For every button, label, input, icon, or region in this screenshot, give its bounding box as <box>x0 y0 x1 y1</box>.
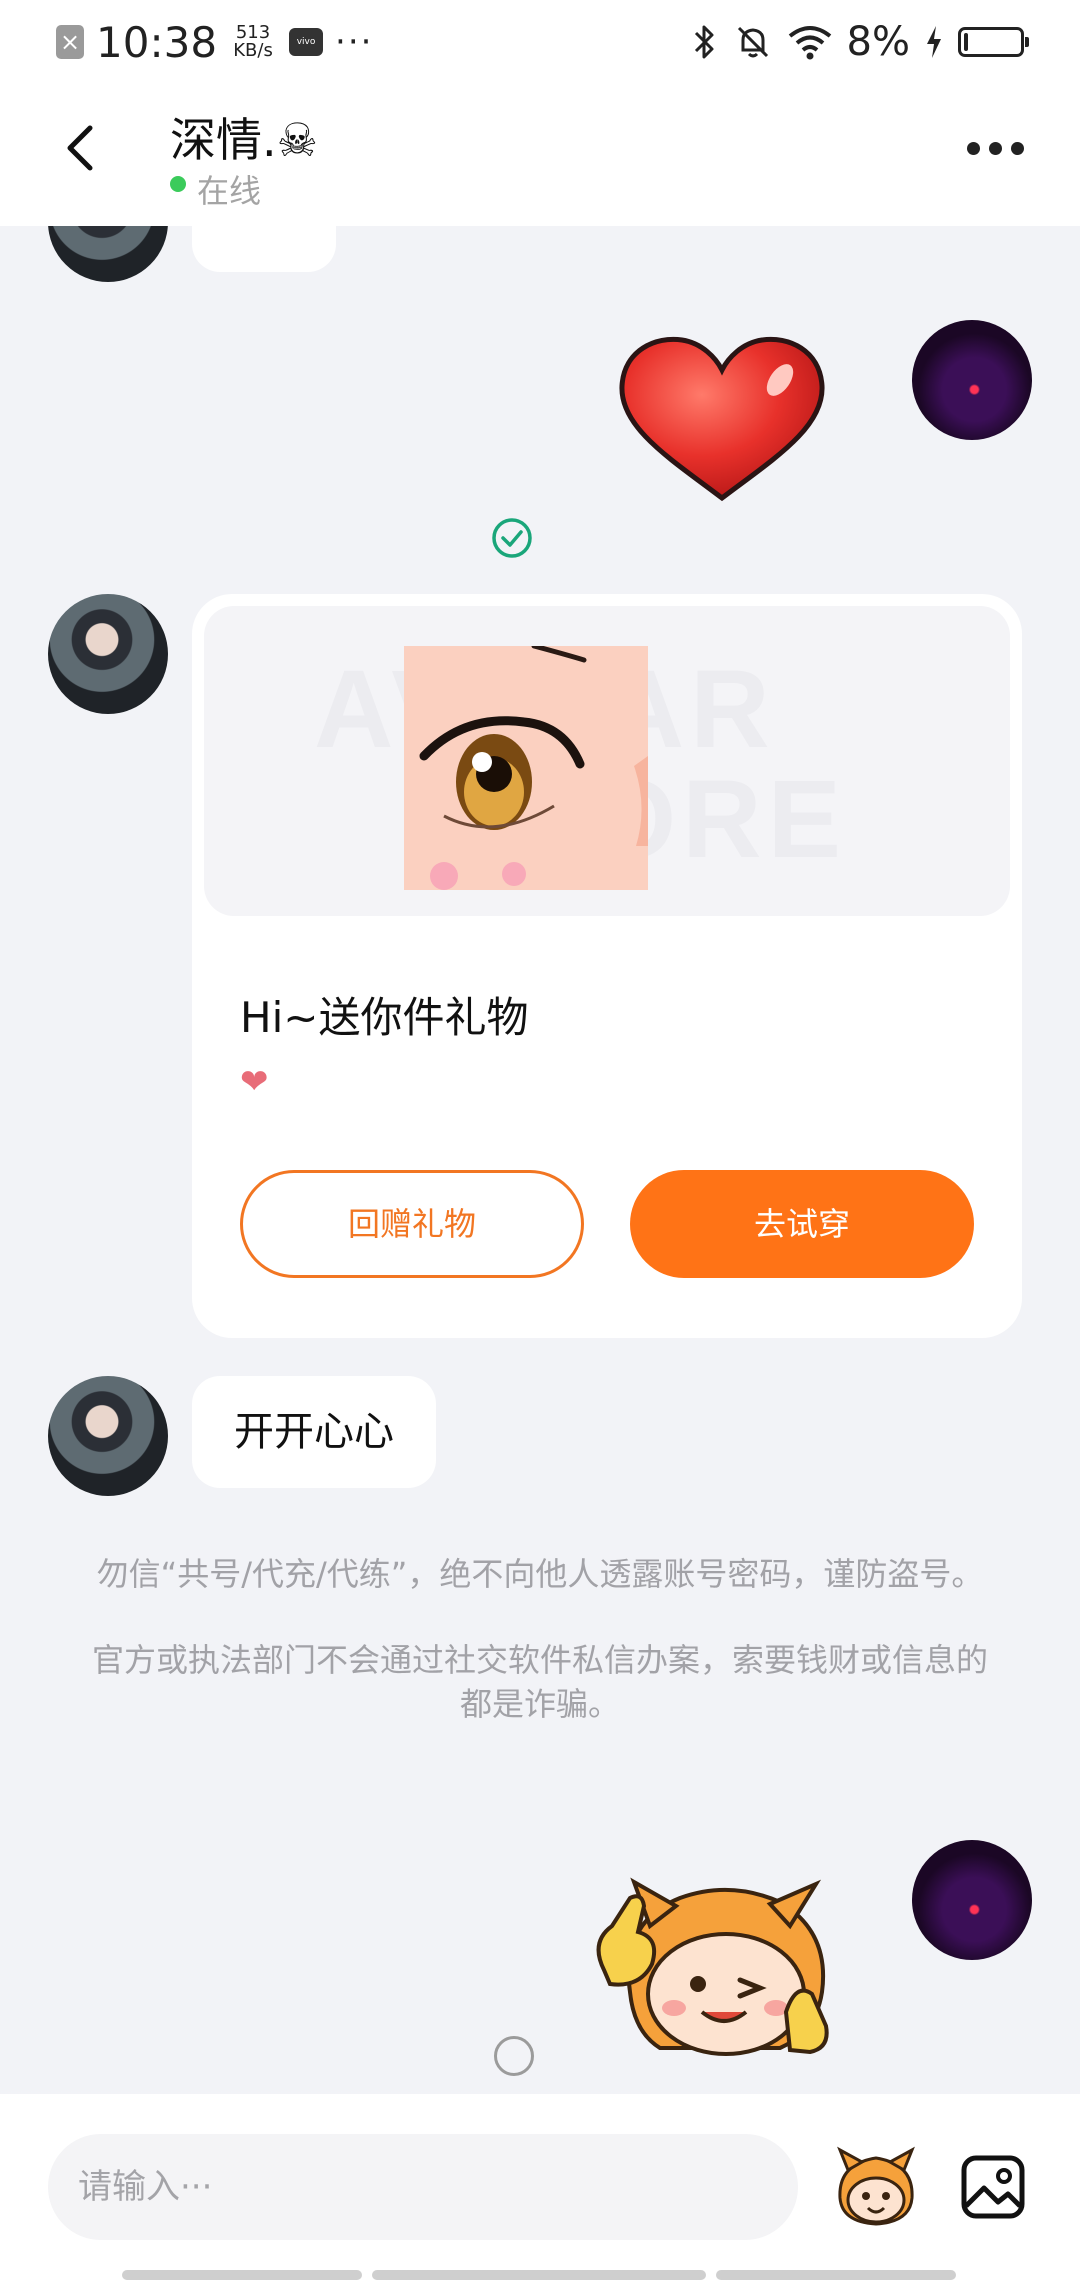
more-notifications-icon: ··· <box>335 22 374 62</box>
notice-line: 勿信“共号/代充/代练”，绝不向他人透露账号密码，谨防盗号。 <box>96 1555 984 1593</box>
heart-sticker-icon[interactable] <box>612 330 832 510</box>
battery-level <box>964 33 968 51</box>
nav-gesture-bar <box>716 2270 956 2280</box>
status-bar: × 10:38 513 KB/s vivo ··· 8% <box>0 0 1080 84</box>
nav-gesture-bar <box>122 2270 362 2280</box>
online-status-text: 在线 <box>197 172 262 210</box>
my-avatar[interactable] <box>912 320 1032 440</box>
try-on-button[interactable]: 去试穿 <box>630 1170 974 1278</box>
bluetooth-icon <box>694 25 714 59</box>
clock: 10:38 <box>96 17 218 67</box>
loading-indicator <box>494 2036 534 2076</box>
nav-gesture-bar <box>372 2270 706 2280</box>
charging-icon <box>927 26 941 58</box>
battery-icon <box>958 27 1029 57</box>
gift-eye-image[interactable] <box>404 646 648 890</box>
contact-avatar[interactable] <box>48 226 168 282</box>
notification-close-icon: × <box>56 25 84 59</box>
gift-preview[interactable]: AVATAR STORE <box>204 606 1010 916</box>
my-avatar[interactable] <box>912 1840 1032 1960</box>
security-notice: 勿信“共号/代充/代练”，绝不向他人透露账号密码，谨防盗号。 官方或执法部门不会… <box>86 1552 994 1726</box>
back-arrow-icon[interactable] <box>52 118 112 178</box>
contact-name[interactable]: 深情.☠ <box>170 104 318 170</box>
contact-avatar[interactable] <box>48 594 168 714</box>
message-input[interactable] <box>48 2134 798 2240</box>
image-gallery-icon[interactable] <box>958 2152 1028 2222</box>
return-gift-button[interactable]: 回赠礼物 <box>240 1170 584 1278</box>
message-bubble-sticker[interactable] <box>192 226 336 272</box>
heart-emoji: ❤ <box>240 1062 269 1102</box>
vivo-app-icon: vivo <box>289 28 324 56</box>
input-bar <box>0 2094 1080 2280</box>
network-speed: 513 KB/s <box>233 22 273 61</box>
battery-percent: 8% <box>846 19 910 65</box>
message-read-check-icon <box>492 518 532 558</box>
online-status-dot <box>170 176 186 192</box>
notice-line: 官方或执法部门不会通过社交软件私信办案，索要钱财或信息的都是诈骗。 <box>91 1641 988 1723</box>
gift-title: Hi~送你件礼物 <box>240 993 529 1042</box>
status-bar-right: 8% <box>689 19 1029 65</box>
chat-messages[interactable]: AVATAR STORE Hi~送你件礼物 ❤ 回赠礼物 去试穿 开开心心 <box>0 226 1080 2094</box>
bell-muted-icon <box>737 26 768 58</box>
more-options-icon[interactable] <box>967 142 1024 155</box>
gift-card[interactable]: AVATAR STORE Hi~送你件礼物 ❤ 回赠礼物 去试穿 <box>192 594 1022 1338</box>
chat-header: 深情.☠ 在线 <box>0 84 1080 226</box>
status-bar-left: × 10:38 513 KB/s vivo ··· <box>56 18 373 67</box>
message-bubble-text[interactable]: 开开心心 <box>192 1376 436 1488</box>
contact-avatar[interactable] <box>48 1376 168 1496</box>
emoji-sticker-icon[interactable] <box>830 2144 922 2230</box>
mascot-wink-sticker[interactable] <box>590 1862 850 2068</box>
wifi-icon <box>788 26 831 60</box>
